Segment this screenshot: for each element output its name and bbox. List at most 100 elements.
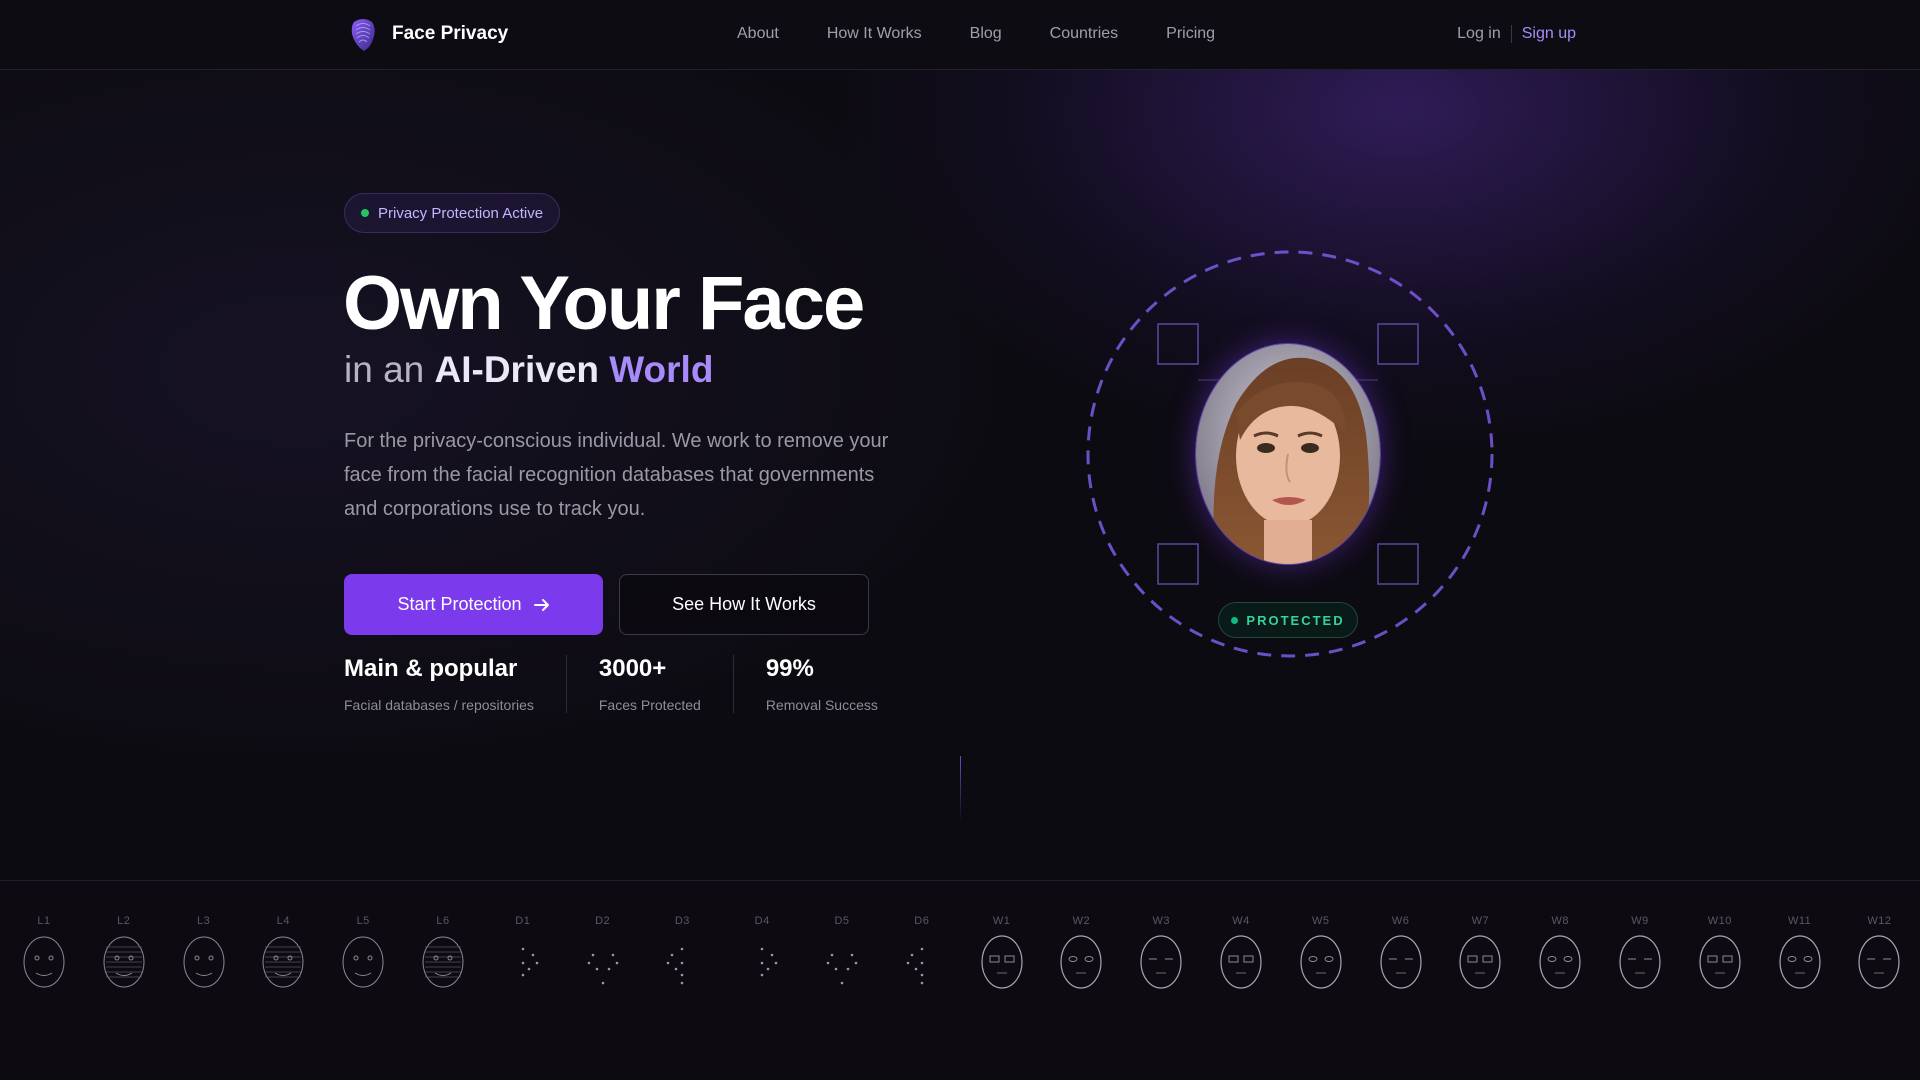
face-pattern-icon	[1140, 935, 1182, 989]
hero-stats: Main & popular Facial databases / reposi…	[344, 655, 942, 713]
face-pattern-icon	[183, 936, 225, 988]
face-pattern-item[interactable]: L3	[174, 915, 234, 991]
see-how-it-works-label: See How It Works	[672, 594, 816, 614]
nav-link-countries[interactable]: Countries	[1050, 25, 1118, 43]
subtitle-prefix: in an	[344, 349, 425, 390]
nav-link-how-it-works[interactable]: How It Works	[827, 25, 922, 43]
face-pattern-label: W1	[992, 915, 1011, 927]
face-pattern-icon	[342, 936, 384, 988]
scroll-indicator-line	[960, 756, 961, 822]
face-pattern-icon	[1858, 935, 1900, 989]
face-pattern-item[interactable]: D3	[652, 915, 712, 991]
face-pattern-item[interactable]: D2	[573, 915, 633, 991]
face-pattern-label: D4	[754, 915, 770, 927]
face-pattern-icon	[262, 936, 304, 988]
face-pattern-icon	[1539, 935, 1581, 989]
face-pattern-icon	[1619, 935, 1661, 989]
nav-links: About How It Works Blog Countries Pricin…	[737, 25, 1215, 43]
face-pattern-label: W8	[1551, 915, 1569, 927]
face-pattern-label: W9	[1631, 915, 1649, 927]
hero-title: Own Your Face	[343, 261, 865, 346]
see-how-it-works-button[interactable]: See How It Works	[619, 574, 869, 635]
top-navigation: Face Privacy About How It Works Blog Cou…	[0, 0, 1920, 70]
face-pattern-label: D1	[515, 915, 531, 927]
stat-value: 3000+	[598, 655, 667, 682]
nav-link-blog[interactable]: Blog	[970, 25, 1002, 43]
face-pattern-item[interactable]: L4	[253, 915, 313, 991]
face-pattern-item[interactable]: W1	[972, 915, 1032, 991]
face-pattern-item[interactable]: L6	[413, 915, 473, 991]
face-pattern-icon	[667, 947, 684, 985]
face-pattern-item[interactable]: D5	[812, 915, 872, 991]
face-pattern-item[interactable]: W9	[1610, 915, 1670, 991]
face-pattern-item[interactable]: W10	[1690, 915, 1750, 991]
protected-label: PROTECTED	[1246, 612, 1345, 628]
face-pattern-label: D6	[914, 915, 930, 927]
hero-subtitle: in an AI-Driven World	[344, 348, 713, 392]
face-pattern-label: W3	[1152, 915, 1170, 927]
face-pattern-item[interactable]: D6	[892, 915, 952, 991]
face-pattern-item[interactable]: W7	[1450, 915, 1510, 991]
brand-logo[interactable]: Face Privacy	[348, 16, 508, 52]
face-pattern-item[interactable]: L1	[14, 915, 74, 991]
face-pattern-strip: L1 L2 L3 L4 L5 L6 D1 D2 D3 D4 D5 D6 W1 W2 W3 W4 W5 W6 W7 W8…	[0, 880, 1920, 1080]
face-pattern-item[interactable]: W3	[1131, 915, 1191, 991]
login-link[interactable]: Log in	[1457, 25, 1501, 43]
stat-value: Main & popular	[344, 655, 518, 682]
face-pattern-icon	[906, 947, 924, 985]
face-scanner: PROTECTED	[1080, 248, 1500, 668]
face-pattern-icon	[1459, 935, 1501, 989]
nav-link-pricing[interactable]: Pricing	[1166, 25, 1215, 43]
face-pattern-item[interactable]: W8	[1530, 915, 1590, 991]
subtitle-accent: World	[609, 349, 714, 390]
face-portrait-icon	[1196, 344, 1380, 564]
stat-label: Removal Success	[765, 697, 878, 713]
face-pattern-label: L4	[276, 915, 291, 927]
auth-divider	[1510, 25, 1512, 43]
face-pattern-label: W6	[1391, 915, 1410, 927]
stat-label: Faces Protected	[598, 697, 701, 713]
face-pattern-icon	[1300, 935, 1342, 989]
face-pattern-item[interactable]: W12	[1849, 915, 1909, 991]
face-pattern-item[interactable]: L2	[94, 915, 154, 991]
auth-links: Log in Sign up	[1457, 25, 1576, 43]
stat-label: Facial databases / repositories	[344, 697, 534, 713]
badge-label: Privacy Protection Active	[378, 204, 544, 222]
face-pattern-label: L5	[356, 915, 370, 927]
stat-item: 3000+ Faces Protected	[599, 655, 734, 713]
protected-status-badge: PROTECTED	[1218, 602, 1358, 638]
subtitle-highlight: AI-Driven	[434, 349, 599, 390]
face-pattern-label: D3	[674, 915, 690, 927]
face-pattern-icon	[103, 936, 145, 988]
face-pattern-item[interactable]: L5	[333, 915, 393, 991]
face-pattern-label: L1	[37, 915, 51, 927]
face-pattern-icon	[23, 936, 65, 988]
face-pattern-icon	[1220, 935, 1262, 989]
face-pattern-icon	[826, 953, 858, 985]
face-pattern-label: W11	[1787, 915, 1812, 927]
face-pattern-item[interactable]: W2	[1051, 915, 1111, 991]
signup-link[interactable]: Sign up	[1522, 25, 1576, 43]
face-pattern-label: L2	[117, 915, 131, 927]
privacy-status-badge: Privacy Protection Active	[344, 193, 561, 233]
face-pattern-item[interactable]: D4	[732, 915, 792, 991]
stat-item: Main & popular Facial databases / reposi…	[344, 655, 567, 713]
face-pattern-icon	[1778, 935, 1821, 989]
face-pattern-icon	[980, 935, 1023, 989]
face-pattern-item[interactable]: W5	[1291, 915, 1351, 991]
face-pattern-item[interactable]: W4	[1211, 915, 1271, 991]
face-pattern-label: W7	[1471, 915, 1490, 927]
status-dot-icon	[361, 209, 369, 217]
protected-face-portrait	[1195, 343, 1381, 565]
face-pattern-label: W10	[1707, 915, 1732, 927]
face-pattern-icon	[587, 953, 618, 985]
face-pattern-label: W2	[1072, 915, 1091, 927]
face-pattern-item[interactable]: D1	[493, 915, 553, 991]
face-pattern-item[interactable]: W11	[1770, 915, 1830, 991]
face-pattern-item[interactable]: W6	[1371, 915, 1431, 991]
start-protection-button[interactable]: Start Protection	[344, 574, 603, 635]
face-pattern-label: W5	[1312, 915, 1330, 927]
nav-link-about[interactable]: About	[737, 25, 779, 43]
brand-name: Face Privacy	[392, 23, 509, 44]
face-pattern-icon	[422, 936, 464, 988]
